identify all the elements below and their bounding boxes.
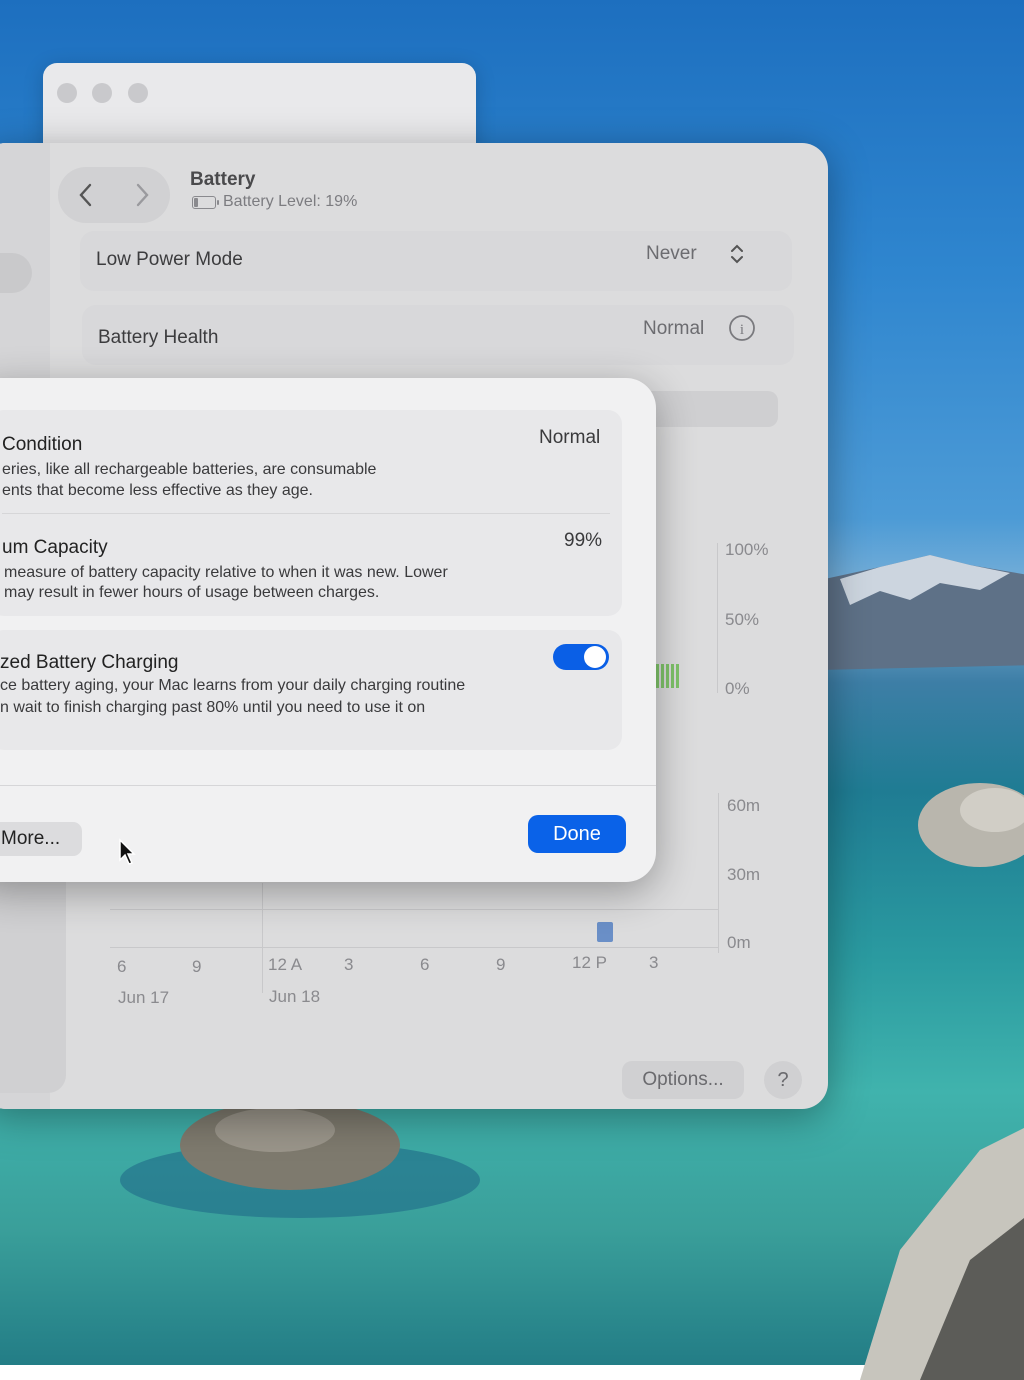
time-tick: 6 [117, 957, 127, 976]
optimized-charging-toggle[interactable] [553, 644, 609, 670]
card-divider [2, 513, 610, 514]
chart-axis-line [718, 793, 719, 953]
level-axis-tick: 0% [725, 679, 750, 698]
capacity-description: measure of battery capacity relative to … [4, 564, 448, 581]
low-power-mode-label: Low Power Mode [96, 249, 243, 270]
time-tick: 6 [420, 955, 430, 974]
toggle-knob [584, 646, 606, 668]
segmented-control[interactable]: s [634, 391, 778, 427]
help-button[interactable]: ? [764, 1061, 802, 1099]
done-button[interactable]: Done [528, 815, 626, 853]
battery-level-text: Battery Level: 19% [223, 193, 358, 210]
level-axis-tick: 50% [725, 610, 760, 629]
mountain-scenery [820, 555, 1024, 670]
optimized-charging-title: zed Battery Charging [0, 652, 179, 673]
chevron-left-icon [79, 183, 92, 207]
optimized-charging-card: zed Battery Charging ce battery aging, y… [0, 630, 622, 750]
usage-axis-tick: 0m [727, 933, 751, 952]
time-tick: 3 [649, 953, 659, 972]
condition-value: Normal [539, 427, 601, 448]
capacity-value: 99% [564, 530, 603, 551]
chart-axis-line [717, 543, 718, 693]
window-control-dot[interactable] [92, 83, 112, 103]
back-button[interactable] [58, 171, 114, 219]
chart-day-divider [262, 883, 263, 993]
low-power-mode-select[interactable]: Never [646, 243, 697, 265]
chart-grid-line [110, 909, 718, 910]
chart-grid-line [110, 947, 718, 948]
level-axis-tick: 100% [725, 540, 769, 559]
capacity-description: may result in fewer hours of usage betwe… [4, 584, 380, 601]
options-button[interactable]: Options... [622, 1061, 744, 1099]
date-label: Jun 17 [118, 988, 170, 1007]
sheet-divider [0, 785, 656, 786]
mouse-pointer-icon [119, 838, 136, 865]
condition-description: eries, like all rechargeable batteries, … [2, 461, 377, 478]
rock-scenery [120, 1100, 480, 1218]
time-tick: 3 [344, 955, 354, 974]
health-details-card: Condition Normal eries, like all recharg… [0, 410, 622, 616]
optimized-charging-description: n wait to finish charging past 80% until… [0, 699, 426, 716]
condition-title: Condition [2, 434, 83, 455]
rock-scenery [918, 783, 1024, 867]
window-control-dot[interactable] [128, 83, 148, 103]
usage-axis-tick: 60m [727, 796, 761, 815]
svg-text:i: i [740, 322, 744, 338]
usage-axis-tick: 30m [727, 865, 761, 884]
usage-bar [597, 922, 613, 942]
low-power-mode-row: Low Power Mode Never [80, 231, 792, 291]
battery-level-status: Battery Level: 19% [192, 193, 357, 211]
learn-more-button[interactable]: More... [0, 822, 82, 856]
battery-health-label: Battery Health [98, 327, 219, 348]
chevron-right-icon [136, 183, 149, 207]
time-tick: 9 [496, 955, 506, 974]
battery-level-bars [656, 664, 679, 688]
battery-health-sheet: Condition Normal eries, like all recharg… [0, 378, 656, 882]
up-down-chevron-icon[interactable] [726, 241, 748, 267]
forward-button[interactable] [114, 171, 170, 219]
info-icon[interactable]: i [728, 314, 756, 342]
time-tick: 9 [192, 957, 202, 976]
capacity-title: um Capacity [2, 537, 108, 558]
condition-description: ents that become less effective as they … [2, 482, 313, 499]
battery-health-value: Normal [643, 318, 705, 339]
date-label: Jun 18 [269, 987, 321, 1006]
battery-icon [192, 195, 219, 209]
optimized-charging-description: ce battery aging, your Mac learns from y… [0, 677, 466, 694]
time-tick: 12 P [572, 953, 607, 972]
page-title: Battery [190, 169, 256, 190]
time-tick: 12 A [268, 955, 303, 974]
navigation-buttons [58, 167, 170, 223]
rock-scenery [860, 1128, 1024, 1380]
battery-health-row: Battery Health Normal i [82, 305, 794, 365]
window-control-dot[interactable] [57, 83, 77, 103]
